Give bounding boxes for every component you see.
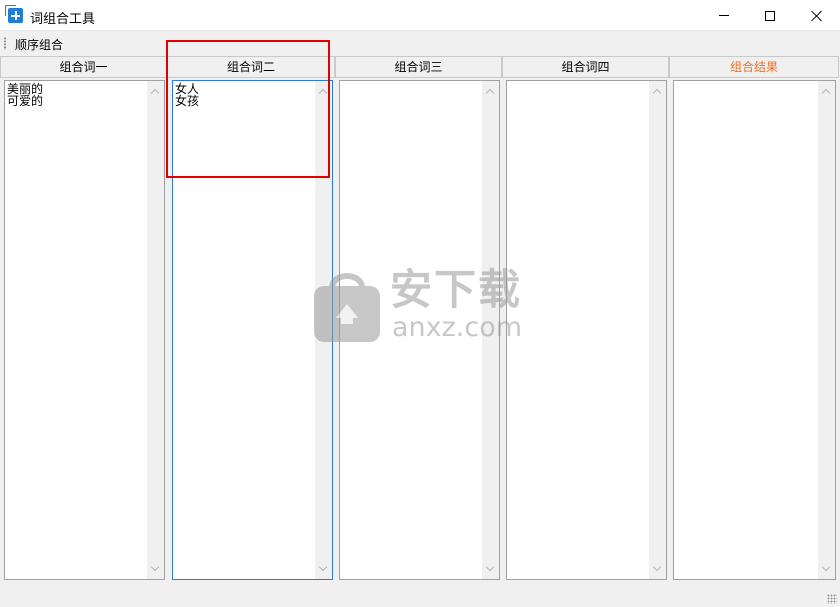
toolbar-grip-icon[interactable] [4,37,6,50]
scroll-down-icon[interactable] [653,564,662,573]
resize-grip-icon[interactable] [827,594,837,604]
maximize-icon [765,10,775,21]
status-bar [0,583,840,607]
column-word-3: 组合词三 [335,56,502,583]
result-column-header: 组合结果 [669,56,839,78]
highlight-box [166,40,330,178]
word-columns: 组合词一 美丽的 可爱的 组合词二 女人 女孩 组合词三 组合词四 组合结果 [0,56,840,583]
column-result: 组合结果 [669,56,839,583]
scroll-down-icon[interactable] [319,564,328,573]
title-bar: 词组合工具 [0,0,840,31]
close-button[interactable] [793,0,839,31]
word-1-textbox[interactable]: 美丽的 可爱的 [4,80,165,580]
window-title: 词组合工具 [30,12,96,27]
scroll-down-icon[interactable] [486,564,495,573]
vertical-scrollbar[interactable] [649,81,666,579]
minimize-icon [719,15,729,16]
minimize-button[interactable] [701,0,747,31]
column-header: 组合词三 [335,56,502,78]
column-header: 组合词四 [502,56,669,78]
vertical-scrollbar[interactable] [818,81,835,579]
vertical-scrollbar[interactable] [482,81,499,579]
column-word-1: 组合词一 美丽的 可爱的 [0,56,167,583]
vertical-scrollbar[interactable] [147,81,164,579]
scroll-up-icon[interactable] [486,87,495,96]
scroll-down-icon[interactable] [822,564,831,573]
result-textbox[interactable] [673,80,836,580]
toolbar: 顺序组合 [0,31,840,56]
column-header: 组合词一 [0,56,167,78]
scroll-down-icon[interactable] [151,564,160,573]
scroll-up-icon[interactable] [653,87,662,96]
scroll-up-icon[interactable] [822,87,831,96]
column-word-4: 组合词四 [502,56,669,583]
close-icon [810,10,822,22]
scroll-up-icon[interactable] [151,87,160,96]
word-3-textbox[interactable] [339,80,500,580]
app-icon [5,5,23,23]
word-4-textbox[interactable] [506,80,667,580]
textbox-content: 美丽的 可爱的 [7,82,44,108]
maximize-button[interactable] [747,0,793,31]
sequential-combine-button[interactable]: 顺序组合 [13,36,65,53]
